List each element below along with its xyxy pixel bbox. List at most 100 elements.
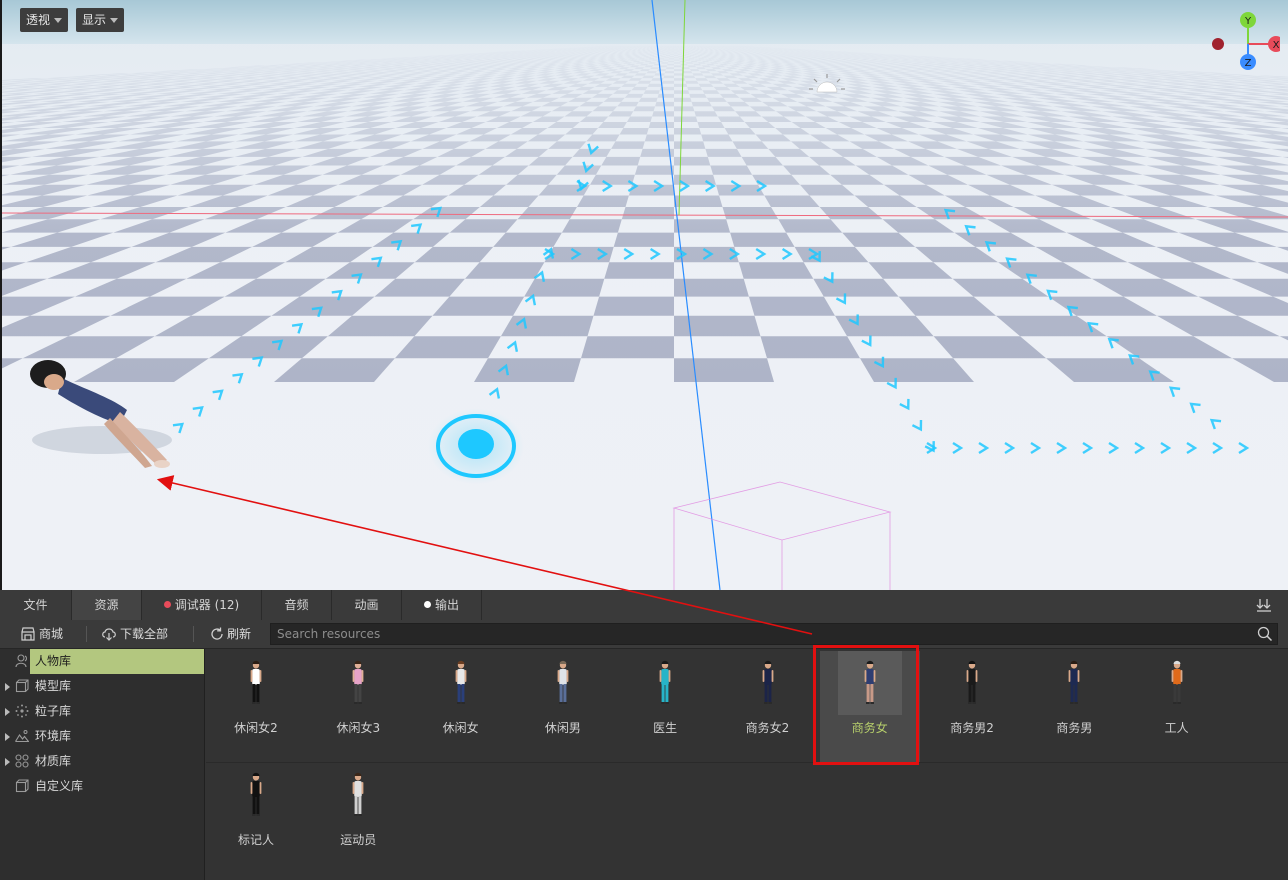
grid-row-divider bbox=[206, 762, 1288, 763]
asset-item[interactable]: 标记人 bbox=[206, 763, 306, 875]
tab-animation[interactable]: 动画 bbox=[332, 590, 402, 620]
collapse-panel-icon[interactable] bbox=[1256, 597, 1272, 613]
library-tree: 人物库 模型库 粒子库 环境库 材质库 自定义库 bbox=[0, 649, 205, 880]
asset-name: 医生 bbox=[653, 721, 678, 735]
cube-icon bbox=[15, 679, 29, 693]
refresh-icon bbox=[211, 627, 223, 640]
resource-toolbar: 商城 下载全部 刷新 bbox=[0, 620, 1288, 649]
status-dot-icon bbox=[163, 601, 171, 608]
checkerboard-floor bbox=[2, 0, 1288, 590]
panel-tab-bar: 文件 资源 调试器 (12) 音频 动画 输出 bbox=[0, 590, 1288, 621]
library-item-label: 自定义库 bbox=[35, 779, 84, 793]
axis-gizmo[interactable]: Y X Z bbox=[1210, 8, 1280, 78]
cloud-download-icon bbox=[102, 627, 116, 641]
display-label: 显示 bbox=[82, 13, 107, 27]
asset-name: 商务女2 bbox=[745, 721, 790, 735]
asset-name: 休闲女3 bbox=[336, 721, 381, 735]
library-item-custom[interactable]: 自定义库 bbox=[0, 774, 204, 799]
asset-item[interactable]: 商务女 bbox=[819, 651, 920, 763]
asset-name: 工人 bbox=[1164, 721, 1189, 735]
view-mode-label: 透视 bbox=[26, 13, 51, 27]
library-item-models[interactable]: 模型库 bbox=[0, 674, 204, 699]
asset-name: 运动员 bbox=[340, 833, 377, 847]
person-icon bbox=[15, 654, 27, 668]
character-thumbnail-icon bbox=[250, 660, 262, 704]
character-thumbnail-icon bbox=[557, 660, 569, 704]
particle-icon bbox=[15, 704, 29, 718]
library-item-label: 材质库 bbox=[35, 754, 72, 768]
asset-item[interactable]: 商务女2 bbox=[718, 651, 818, 763]
expand-arrow-icon[interactable] bbox=[5, 733, 10, 741]
asset-name: 商务男2 bbox=[950, 721, 994, 735]
asset-name: 休闲女 bbox=[442, 721, 479, 735]
asset-item[interactable]: 运动员 bbox=[308, 763, 408, 875]
asset-item[interactable]: 医生 bbox=[615, 651, 715, 763]
library-item-label: 模型库 bbox=[35, 679, 72, 693]
3d-viewport[interactable]: 透视 显示 Y X Z bbox=[0, 0, 1288, 590]
status-dot-icon bbox=[423, 601, 431, 608]
expand-arrow-icon[interactable] bbox=[5, 683, 10, 691]
tab-audio[interactable]: 音频 bbox=[262, 590, 332, 620]
asset-name: 商务男 bbox=[1056, 721, 1093, 735]
asset-item[interactable]: 商务男 bbox=[1024, 651, 1124, 763]
refresh-label: 刷新 bbox=[227, 627, 252, 641]
display-dropdown[interactable]: 显示 bbox=[76, 8, 125, 32]
tab-label: 资源 bbox=[94, 598, 119, 612]
library-item-label: 环境库 bbox=[35, 729, 72, 743]
view-mode-dropdown[interactable]: 透视 bbox=[20, 8, 69, 32]
library-item-materials[interactable]: 材质库 bbox=[0, 749, 204, 774]
tab-files[interactable]: 文件 bbox=[0, 590, 72, 620]
cube-icon bbox=[15, 779, 29, 793]
toolbar-divider bbox=[193, 626, 194, 642]
tab-label: 输出 bbox=[434, 598, 459, 612]
asset-name: 休闲女2 bbox=[234, 721, 278, 735]
asset-item[interactable]: 商务男2 bbox=[922, 651, 1022, 763]
bottom-panel: 文件 资源 调试器 (12) 音频 动画 输出 商城 下载全部 刷新 Searc… bbox=[0, 590, 1288, 880]
character-thumbnail-icon bbox=[352, 772, 364, 816]
landscape-icon bbox=[15, 730, 29, 743]
store-button[interactable]: 商城 bbox=[20, 620, 63, 648]
character-thumbnail-icon bbox=[1068, 660, 1080, 704]
axis-y-label: Y bbox=[1244, 16, 1252, 27]
character-thumbnail-icon bbox=[659, 660, 671, 704]
search-box bbox=[270, 623, 1278, 645]
search-input[interactable] bbox=[277, 624, 1237, 644]
library-item-particles[interactable]: 粒子库 bbox=[0, 699, 204, 724]
tab-output[interactable]: 输出 bbox=[402, 590, 482, 620]
library-item-people[interactable]: 人物库 bbox=[0, 649, 204, 674]
chevron-down-icon bbox=[54, 18, 63, 23]
asset-name: 休闲男 bbox=[544, 721, 581, 735]
library-item-environment[interactable]: 环境库 bbox=[0, 724, 204, 749]
expand-arrow-icon[interactable] bbox=[5, 758, 10, 766]
chevron-down-icon bbox=[110, 18, 119, 23]
material-grid-icon bbox=[15, 754, 29, 768]
store-label: 商城 bbox=[39, 627, 64, 641]
search-icon[interactable] bbox=[1257, 626, 1273, 642]
asset-item[interactable]: 休闲男 bbox=[513, 651, 613, 763]
expand-arrow-icon[interactable] bbox=[5, 708, 10, 716]
character-thumbnail-icon bbox=[762, 660, 773, 704]
download-all-label: 下载全部 bbox=[120, 627, 169, 641]
asset-item[interactable]: 休闲女2 bbox=[206, 651, 306, 763]
asset-grid: 休闲女2 休闲女3 休闲女 休闲男 医生 商务女2 商务女 商务男2 商务男 工人标记人 运动员 bbox=[206, 649, 1288, 880]
asset-item[interactable]: 工人 bbox=[1127, 651, 1227, 763]
character-thumbnail-icon bbox=[455, 660, 466, 704]
asset-name: 标记人 bbox=[237, 833, 274, 847]
asset-item[interactable]: 休闲女 bbox=[411, 651, 511, 763]
tab-resources[interactable]: 资源 bbox=[72, 590, 142, 620]
tab-label: 文件 bbox=[23, 598, 48, 612]
asset-item[interactable]: 休闲女3 bbox=[308, 651, 408, 763]
tab-label: 动画 bbox=[354, 598, 379, 612]
library-item-label: 粒子库 bbox=[35, 704, 72, 718]
asset-name: 商务女 bbox=[851, 721, 888, 735]
character-thumbnail-icon bbox=[250, 772, 262, 816]
tab-debugger[interactable]: 调试器 (12) bbox=[142, 590, 262, 620]
character-thumbnail-icon bbox=[1171, 660, 1183, 704]
character-thumbnail-icon bbox=[352, 660, 364, 704]
toolbar-divider bbox=[86, 626, 87, 642]
download-all-button[interactable]: 下载全部 bbox=[101, 620, 168, 648]
character-thumbnail-icon bbox=[966, 660, 978, 704]
refresh-button[interactable]: 刷新 bbox=[210, 620, 251, 648]
tab-label: 音频 bbox=[284, 598, 309, 612]
character-thumbnail-icon bbox=[837, 651, 902, 715]
